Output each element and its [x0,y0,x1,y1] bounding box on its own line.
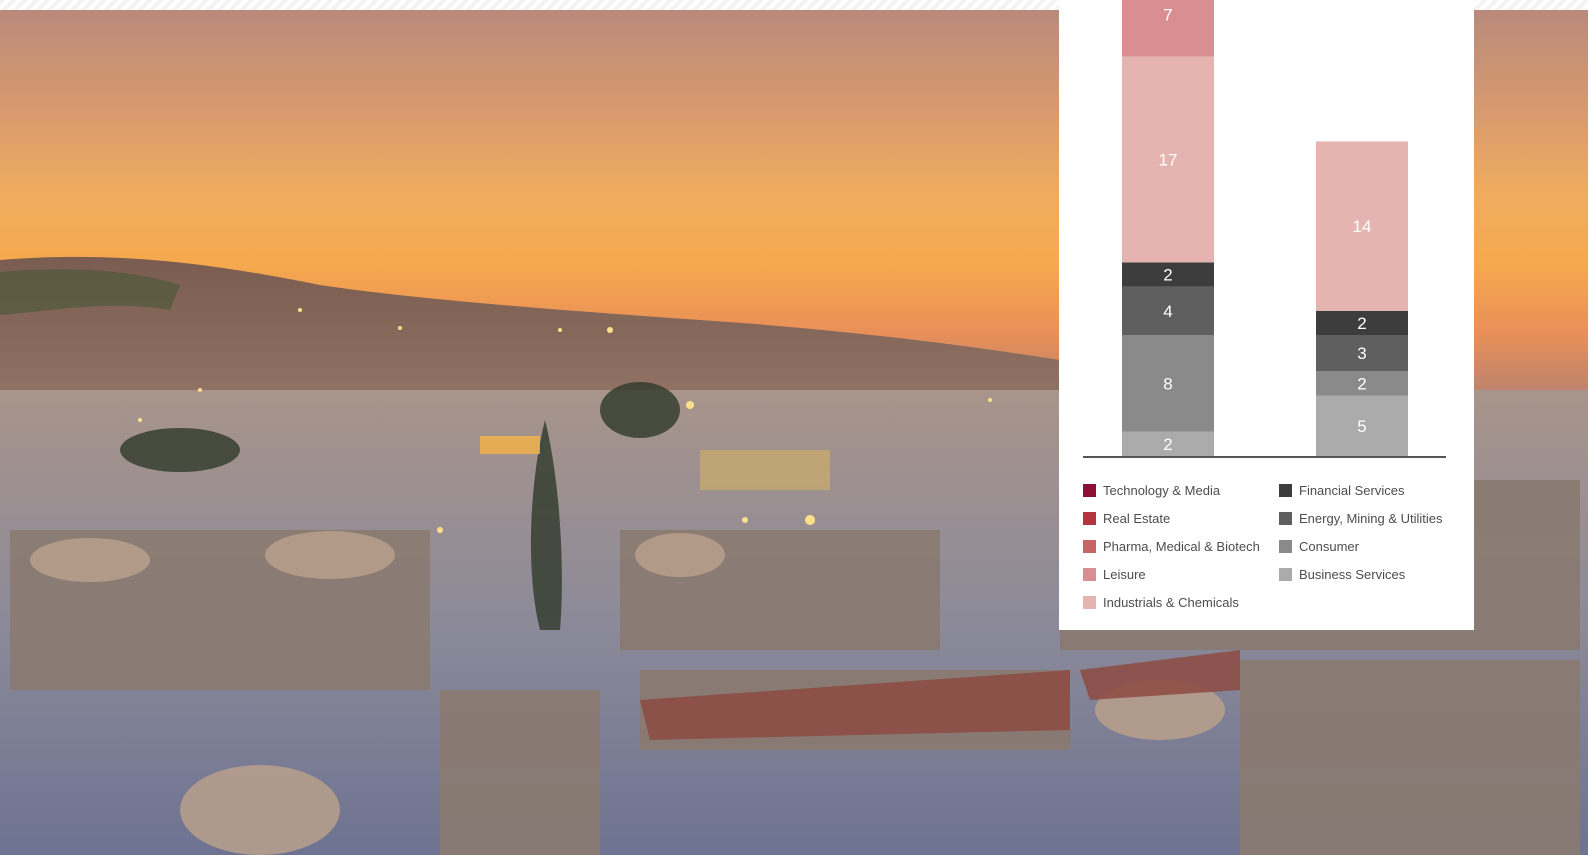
legend-item: Business Services [1279,560,1463,588]
legend-item: Technology & Media [1083,476,1279,504]
bar-data-label: 17 [1159,151,1178,170]
legend-swatch [1083,567,1096,581]
chart-legend: Technology & Media Real Estate Pharma, Med… [1083,476,1463,616]
chart-panel: 2 8 4 2 17 7 5 2 3 2 14 Technology & Media Real Est… [1059,0,1474,630]
bar-data-label: 2 [1163,266,1172,285]
legend-item: Real Estate [1083,504,1279,532]
legend-swatch [1279,539,1292,553]
legend-label: Pharma, Medical & Biotech [1103,538,1260,554]
legend-swatch [1083,483,1096,497]
bar-data-label: 5 [1357,417,1366,436]
legend-swatch [1083,595,1096,609]
legend-label: Leisure [1103,566,1146,582]
legend-label: Real Estate [1103,510,1171,526]
legend-item: Consumer [1279,532,1463,560]
legend-item: Industrials & Chemicals [1083,588,1279,616]
bar-data-label: 2 [1357,374,1366,393]
legend-label: Technology & Media [1103,482,1221,498]
legend-item: Financial Services [1279,476,1463,504]
stacked-bar-chart: 2 8 4 2 17 7 5 2 3 2 14 [1083,0,1446,458]
legend-label: Energy, Mining & Utilities [1299,510,1443,526]
bar-data-label: 4 [1163,302,1172,321]
bar-data-label: 7 [1163,5,1172,24]
legend-label: Industrials & Chemicals [1103,594,1239,610]
bar-data-label: 2 [1163,435,1172,454]
legend-item: Energy, Mining & Utilities [1279,504,1463,532]
legend-label: Consumer [1299,538,1359,554]
legend-label: Financial Services [1299,482,1405,498]
legend-swatch [1279,567,1292,581]
bar-data-label: 3 [1357,344,1366,363]
bar-data-label: 14 [1353,217,1372,236]
legend-swatch [1083,539,1096,553]
legend-label: Business Services [1299,566,1406,582]
legend-swatch [1083,511,1096,525]
legend-item: Pharma, Medical & Biotech [1083,532,1279,560]
legend-item: Leisure [1083,560,1279,588]
bar-data-label: 8 [1163,374,1172,393]
bar-data-label: 2 [1357,314,1366,333]
legend-swatch [1279,483,1292,497]
legend-swatch [1279,511,1292,525]
